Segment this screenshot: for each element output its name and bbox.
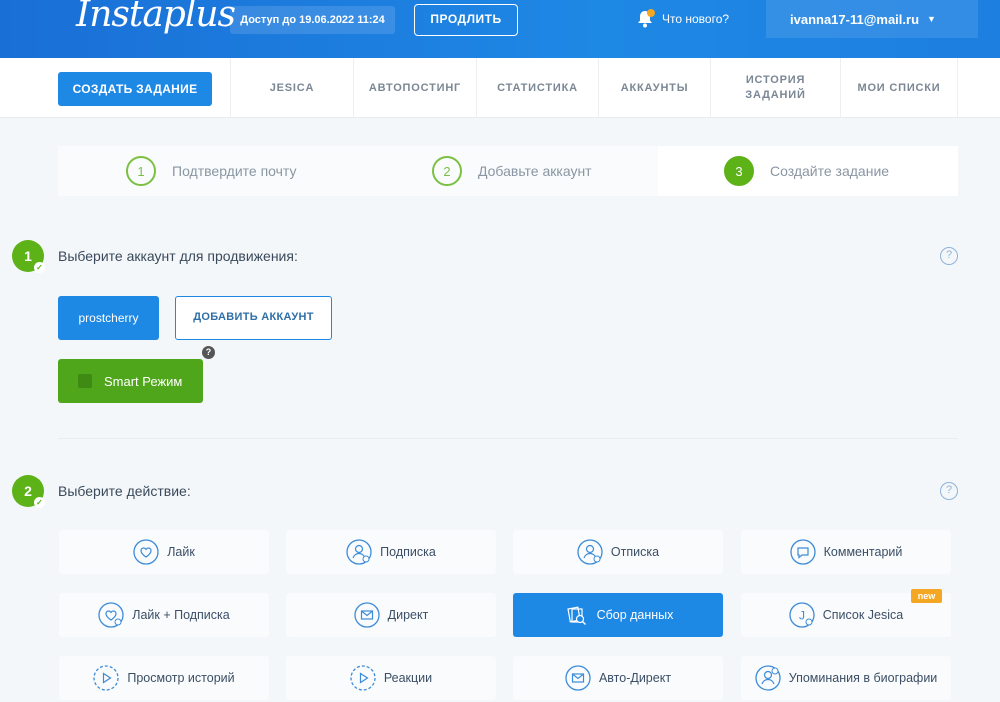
data-collection-icon — [566, 606, 586, 625]
whats-new-link[interactable]: Что нового? — [634, 8, 729, 30]
step-label: Подтвердите почту — [172, 163, 297, 179]
account-button-prostcherry[interactable]: prostcherry — [58, 296, 159, 340]
user-minus-icon — [577, 539, 603, 565]
user-info-icon — [755, 665, 781, 691]
smart-mode-label: Smart Режим — [104, 373, 183, 389]
renew-button[interactable]: ПРОДЛИТЬ — [414, 4, 518, 36]
heart-icon — [133, 539, 159, 565]
logo[interactable]: Instaplus — [76, 0, 236, 35]
action-bio-mentions[interactable]: Упоминания в биографии — [741, 656, 951, 700]
chevron-down-icon: ▼ — [927, 14, 936, 24]
smart-mode-button[interactable]: Smart Режим — [58, 359, 203, 403]
step-number: 1 — [126, 156, 156, 186]
progress-steps: 1 Подтвердите почту 2 Добавьте аккаунт 3… — [58, 146, 958, 196]
envelope-auto-icon — [565, 665, 591, 691]
nav-item-accounts[interactable]: АККАУНТЫ — [598, 58, 710, 118]
action-reactions[interactable]: Реакции — [286, 656, 496, 700]
svg-text:J: J — [799, 609, 805, 623]
play-circle-icon — [93, 665, 120, 691]
comment-icon — [789, 539, 816, 565]
play-circle-icon — [350, 665, 376, 691]
step-label: Создайте задание — [770, 163, 890, 179]
bell-icon — [634, 8, 656, 30]
action-follow[interactable]: Подписка — [286, 530, 496, 574]
add-account-button[interactable]: ДОБАВИТЬ АККАУНТ — [175, 296, 332, 340]
jesica-icon: J — [789, 602, 815, 628]
section-title-action: Выберите действие: — [58, 483, 191, 499]
user-plus-icon — [346, 539, 372, 565]
envelope-icon — [354, 602, 380, 628]
action-data-collection[interactable]: Сбор данных — [513, 593, 723, 637]
user-menu[interactable]: ivanna17-11@mail.ru ▼ — [766, 0, 978, 38]
step-number: 2 — [432, 156, 462, 186]
help-icon[interactable]: ? — [940, 482, 958, 500]
step-add-account: 2 Добавьте аккаунт — [432, 146, 592, 196]
action-direct[interactable]: Директ — [286, 593, 496, 637]
section-number: 2 ✓ — [12, 475, 45, 508]
help-icon[interactable]: ? — [940, 247, 958, 265]
create-task-button[interactable]: СОЗДАТЬ ЗАДАНИЕ — [58, 72, 212, 106]
nav-item-my-lists[interactable]: МОИ СПИСКИ — [840, 58, 958, 118]
nav-item-task-history[interactable]: ИСТОРИЯ ЗАДАНИЙ — [710, 58, 840, 118]
step-number: 3 — [724, 156, 754, 186]
check-icon: ✓ — [34, 497, 45, 508]
section-title-account: Выберите аккаунт для продвижения: — [58, 248, 298, 264]
action-view-stories[interactable]: Просмотр историй — [59, 656, 269, 700]
action-auto-direct[interactable]: Авто-Директ — [513, 656, 723, 700]
section-number: 1 ✓ — [12, 240, 45, 273]
action-like[interactable]: Лайк — [59, 530, 269, 574]
step-create-task: 3 Создайте задание — [658, 146, 958, 196]
new-badge: new — [911, 589, 942, 603]
access-until-badge: Доступ до 19.06.2022 11:24 — [230, 6, 395, 34]
step-label: Добавьте аккаунт — [478, 163, 592, 179]
action-like-follow[interactable]: Лайк + Подписка — [59, 593, 269, 637]
heart-plus-icon — [98, 602, 124, 628]
whats-new-label: Что нового? — [662, 12, 730, 26]
check-icon: ✓ — [34, 262, 45, 273]
step-confirm-email: 1 Подтвердите почту — [126, 146, 297, 196]
user-email: ivanna17-11@mail.ru — [790, 11, 920, 27]
main-nav: СОЗДАТЬ ЗАДАНИЕ JESICA АВТОПОСТИНГ СТАТИ… — [0, 58, 1000, 118]
nav-item-statistics[interactable]: СТАТИСТИКА — [476, 58, 598, 118]
smart-help-icon[interactable]: ? — [202, 346, 215, 359]
divider — [58, 438, 958, 439]
top-header: Instaplus Доступ до 19.06.2022 11:24 ПРО… — [0, 0, 1000, 58]
smart-mode-icon — [78, 374, 92, 388]
action-comment[interactable]: Комментарий — [741, 530, 951, 574]
action-unfollow[interactable]: Отписка — [513, 530, 723, 574]
nav-item-jesica[interactable]: JESICA — [230, 58, 353, 118]
nav-item-autoposting[interactable]: АВТОПОСТИНГ — [353, 58, 476, 118]
